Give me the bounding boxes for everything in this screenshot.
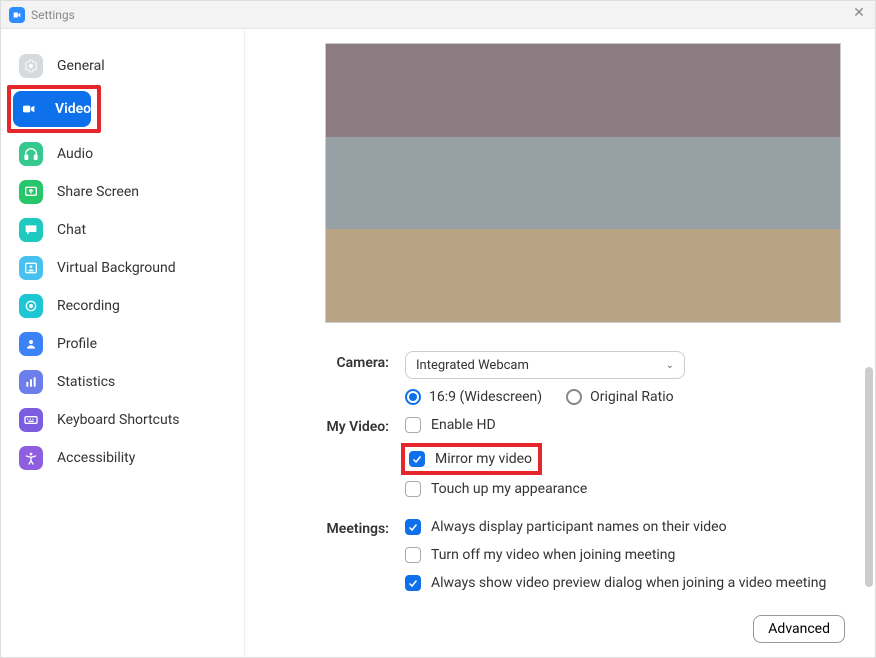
checkbox-label: Mirror my video: [435, 451, 532, 467]
sidebar: General Video Audio: [1, 29, 245, 657]
checkbox-turn-off-video[interactable]: Turn off my video when joining meeting: [405, 545, 845, 565]
sidebar-item-label: Profile: [57, 336, 97, 352]
footer: Advanced: [753, 615, 845, 643]
sidebar-item-statistics[interactable]: Statistics: [1, 363, 244, 401]
video-icon: [17, 97, 41, 121]
video-settings-form: Camera: Integrated Webcam ⌄ 16:9 (Widesc…: [275, 351, 845, 601]
sidebar-item-label: Recording: [57, 298, 120, 314]
close-icon[interactable]: ✕: [851, 6, 867, 22]
titlebar: Settings ✕: [1, 1, 875, 29]
gear-icon: [19, 54, 43, 78]
sidebar-item-share-screen[interactable]: Share Screen: [1, 173, 244, 211]
checkbox-icon: [409, 451, 425, 467]
keyboard-icon: [19, 408, 43, 432]
row-my-video: My Video: Enable HD Mirror my video T: [275, 415, 845, 507]
preview-stripe: [326, 137, 840, 230]
checkbox-label: Touch up my appearance: [431, 481, 587, 497]
radio-icon: [566, 389, 582, 405]
radio-icon: [405, 389, 421, 405]
sidebar-item-recording[interactable]: Recording: [1, 287, 244, 325]
label-my-video: My Video:: [275, 415, 405, 435]
sidebar-item-label: Audio: [57, 146, 93, 162]
radio-original-ratio[interactable]: Original Ratio: [566, 389, 673, 405]
sidebar-item-audio[interactable]: Audio: [1, 135, 244, 173]
checkbox-touch-up[interactable]: Touch up my appearance: [405, 479, 845, 499]
radio-label: Original Ratio: [590, 389, 673, 405]
virtual-background-icon: [19, 256, 43, 280]
sidebar-item-accessibility[interactable]: Accessibility: [1, 439, 244, 477]
label-camera: Camera:: [275, 351, 405, 371]
checkbox-icon: [405, 417, 421, 433]
sidebar-item-label: Accessibility: [57, 450, 135, 466]
checkbox-icon: [405, 519, 421, 535]
chat-icon: [19, 218, 43, 242]
checkbox-label: Always display participant names on thei…: [431, 519, 727, 535]
sidebar-item-label: Share Screen: [57, 184, 139, 200]
sidebar-item-general[interactable]: General: [1, 47, 244, 85]
sidebar-item-keyboard-shortcuts[interactable]: Keyboard Shortcuts: [1, 401, 244, 439]
profile-icon: [19, 332, 43, 356]
radio-widescreen[interactable]: 16:9 (Widescreen): [405, 389, 542, 405]
video-preview: [325, 43, 841, 323]
scrollbar[interactable]: [865, 367, 873, 587]
label-meetings: Meetings:: [275, 517, 405, 537]
share-screen-icon: [19, 180, 43, 204]
recording-icon: [19, 294, 43, 318]
highlight-sidebar-video: Video: [7, 85, 101, 133]
sidebar-item-label: Virtual Background: [57, 260, 176, 276]
app-icon: [9, 7, 25, 23]
checkbox-label: Always show video preview dialog when jo…: [431, 575, 826, 591]
row-meetings: Meetings: Always display participant nam…: [275, 517, 845, 601]
settings-window: Settings ✕ General Video: [0, 0, 876, 658]
checkbox-icon: [405, 575, 421, 591]
radio-label: 16:9 (Widescreen): [429, 389, 542, 405]
checkbox-display-names[interactable]: Always display participant names on thei…: [405, 517, 845, 537]
checkbox-enable-hd[interactable]: Enable HD: [405, 415, 845, 435]
sidebar-item-label: Chat: [57, 222, 86, 238]
sidebar-item-chat[interactable]: Chat: [1, 211, 244, 249]
sidebar-item-video[interactable]: Video: [13, 91, 91, 127]
checkbox-icon: [405, 481, 421, 497]
headphones-icon: [19, 142, 43, 166]
checkbox-preview-dialog[interactable]: Always show video preview dialog when jo…: [405, 573, 845, 593]
sidebar-item-label: Keyboard Shortcuts: [57, 412, 180, 428]
sidebar-item-profile[interactable]: Profile: [1, 325, 244, 363]
content-panel: Camera: Integrated Webcam ⌄ 16:9 (Widesc…: [245, 29, 875, 657]
window-title: Settings: [31, 8, 75, 22]
preview-stripe: [326, 229, 840, 322]
sidebar-item-virtual-background[interactable]: Virtual Background: [1, 249, 244, 287]
preview-stripe: [326, 44, 840, 137]
statistics-icon: [19, 370, 43, 394]
sidebar-item-label: General: [57, 58, 105, 74]
accessibility-icon: [19, 446, 43, 470]
sidebar-item-label: Statistics: [57, 374, 115, 390]
checkbox-icon: [405, 547, 421, 563]
chevron-down-icon: ⌄: [666, 360, 674, 371]
sidebar-item-label: Video: [55, 101, 91, 117]
main-body: General Video Audio: [1, 29, 875, 657]
checkbox-label: Turn off my video when joining meeting: [431, 547, 675, 563]
camera-select-value: Integrated Webcam: [416, 358, 529, 373]
advanced-button[interactable]: Advanced: [753, 615, 845, 643]
row-camera: Camera: Integrated Webcam ⌄ 16:9 (Widesc…: [275, 351, 845, 405]
checkbox-label: Enable HD: [431, 417, 496, 433]
camera-select[interactable]: Integrated Webcam ⌄: [405, 351, 685, 379]
checkbox-mirror-my-video[interactable]: Mirror my video: [401, 443, 542, 475]
